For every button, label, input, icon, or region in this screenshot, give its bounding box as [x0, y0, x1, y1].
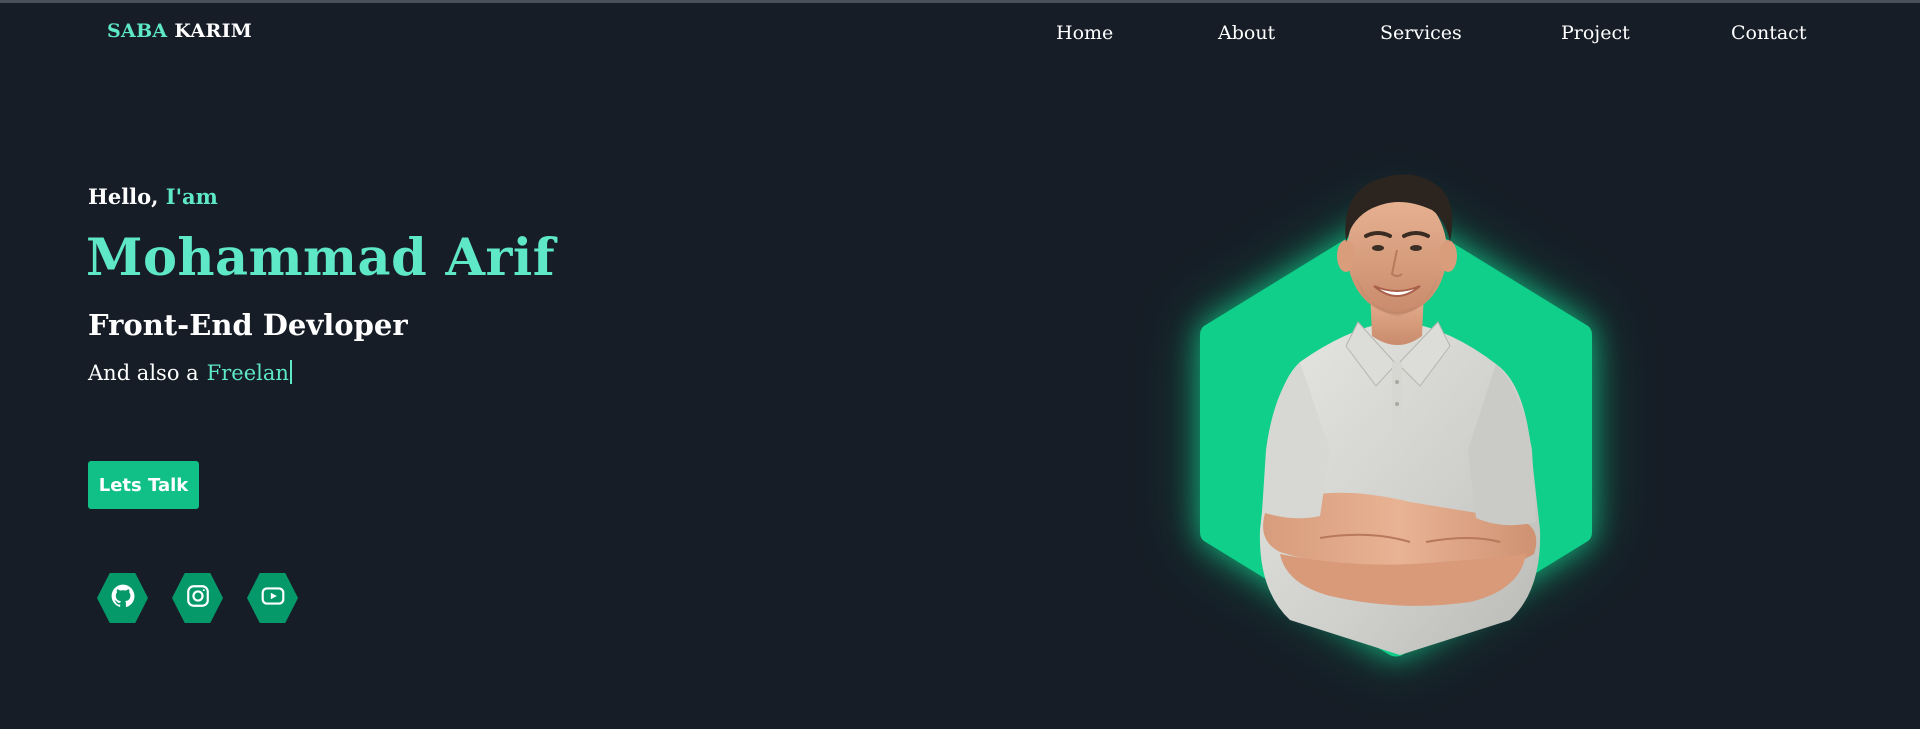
hero-image: [1170, 150, 1630, 660]
instagram-link[interactable]: [172, 573, 223, 623]
typing-prefix: And also a: [88, 361, 199, 385]
window-top-border: [0, 0, 1920, 3]
nav-link-contact[interactable]: Contact: [1731, 22, 1806, 44]
main-navigation: Home About Services Project Contact: [0, 22, 1920, 48]
typed-text: Freelan: [206, 361, 289, 385]
github-link[interactable]: [97, 573, 148, 623]
greeting-accent: I'am: [165, 184, 218, 209]
greeting-prefix: Hello,: [88, 184, 159, 209]
person-photo: [1259, 174, 1541, 655]
lets-talk-button[interactable]: Lets Talk: [88, 461, 199, 509]
nav-link-services[interactable]: Services: [1380, 22, 1462, 44]
typing-caret: [289, 360, 292, 384]
hero-greeting: Hello, I'am: [88, 184, 218, 209]
youtube-icon: [260, 583, 286, 613]
youtube-link[interactable]: [247, 573, 298, 623]
instagram-icon: [185, 583, 211, 613]
nav-link-project[interactable]: Project: [1561, 22, 1630, 44]
github-icon: [110, 583, 136, 613]
hero-name: Mohammad Arif: [86, 228, 556, 288]
hero-role: Front-End Devloper: [88, 308, 408, 342]
nav-link-about[interactable]: About: [1218, 22, 1275, 44]
hero-typing-line: And also a Freelan: [88, 360, 292, 385]
nav-link-home[interactable]: Home: [1056, 22, 1113, 44]
